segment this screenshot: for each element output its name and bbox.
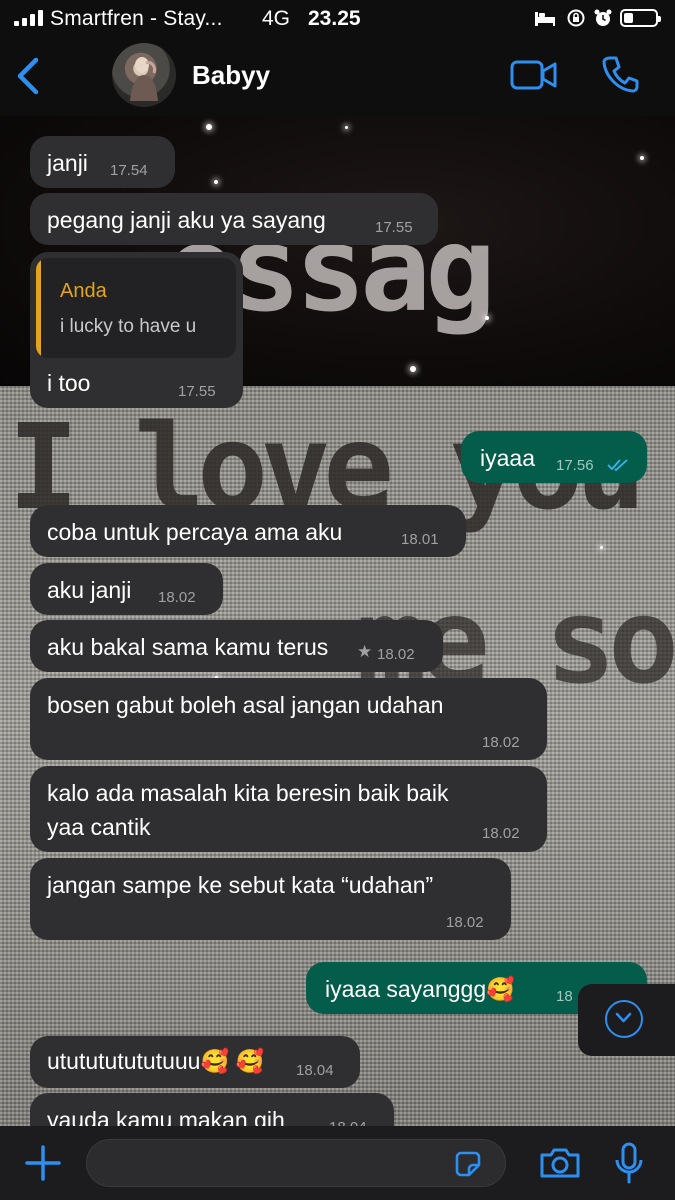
- quoted-message[interactable]: Anda i lucky to have u: [36, 258, 236, 358]
- chat-header: Babyy: [0, 36, 675, 116]
- double-check-icon: [607, 459, 628, 472]
- contact-name[interactable]: Babyy: [192, 60, 270, 91]
- alarm-icon: [594, 9, 612, 26]
- status-time: 23.25: [308, 7, 361, 30]
- message-bubble[interactable]: aku bakal sama kamu terus ★ 18.02: [30, 620, 443, 672]
- message-time: 18.02: [482, 825, 520, 842]
- plus-icon[interactable]: [24, 1144, 62, 1182]
- back-chevron-icon[interactable]: [12, 54, 48, 98]
- message-text-line: yaa cantik: [47, 814, 151, 840]
- scroll-down-icon: [605, 1000, 643, 1038]
- message-time: 18.02: [377, 646, 415, 663]
- message-bubble[interactable]: ututututututuuu🥰 🥰 18.04: [30, 1036, 360, 1088]
- message-time: 18.02: [446, 914, 484, 931]
- message-time: 17.55: [178, 383, 216, 400]
- message-bubble[interactable]: jangan sampe ke sebut kata “udahan” 18.0…: [30, 858, 511, 940]
- composer-bar: [0, 1126, 675, 1200]
- contact-avatar[interactable]: [112, 43, 176, 107]
- quoted-sender: Anda: [60, 280, 107, 302]
- message-time: 17.54: [110, 162, 148, 179]
- message-bubble[interactable]: pegang janji aku ya sayang 17.55: [30, 193, 438, 245]
- sticker-icon[interactable]: [453, 1149, 483, 1179]
- message-bubble[interactable]: janji 17.54: [30, 136, 175, 188]
- message-bubble[interactable]: aku janji 18.02: [30, 563, 223, 615]
- message-text: pegang janji aku ya sayang: [47, 207, 326, 233]
- message-text: ututututututuuu🥰 🥰: [47, 1048, 265, 1074]
- carrier-name: Smartfren - Stay...: [50, 7, 223, 30]
- message-text: i too: [47, 370, 91, 396]
- network-type: 4G: [262, 7, 291, 30]
- message-time: 17.56: [556, 457, 594, 474]
- orientation-lock-icon: [567, 9, 585, 27]
- message-text: iyaaa: [480, 445, 535, 471]
- quoted-text: i lucky to have u: [60, 316, 197, 337]
- message-bubble[interactable]: coba untuk percaya ama aku 18.01: [30, 505, 466, 557]
- battery-icon: [620, 9, 661, 27]
- message-bubble[interactable]: bosen gabut boleh asal jangan udahan 18.…: [30, 678, 547, 760]
- message-text: iyaaa sayanggg🥰: [325, 976, 515, 1002]
- message-time: 17.55: [375, 219, 413, 236]
- message-text: janji: [47, 150, 88, 176]
- message-text-line: kalo ada masalah kita beresin baik baik: [47, 780, 449, 806]
- message-input[interactable]: [86, 1139, 506, 1187]
- message-time: 18.01: [401, 531, 439, 548]
- message-time: 18.02: [158, 589, 196, 606]
- message-text: bosen gabut boleh asal jangan udahan: [47, 692, 444, 718]
- sleep-bed-icon: [535, 12, 555, 26]
- message-text: aku bakal sama kamu terus: [47, 634, 329, 660]
- microphone-icon[interactable]: [614, 1142, 644, 1184]
- video-call-icon[interactable]: [510, 58, 558, 92]
- camera-icon[interactable]: [538, 1146, 582, 1180]
- message-text: aku janji: [47, 577, 132, 603]
- message-time: 18.04: [296, 1062, 334, 1079]
- message-bubble-reply[interactable]: Anda i lucky to have u i too 17.55: [30, 252, 243, 408]
- message-text: coba untuk percaya ama aku: [47, 519, 343, 545]
- message-time: 18: [556, 988, 573, 1005]
- message-bubble-outgoing[interactable]: iyaaa 17.56: [461, 431, 647, 483]
- signal-icon: [14, 10, 44, 26]
- voice-call-icon[interactable]: [600, 54, 640, 94]
- message-time: 18.02: [482, 734, 520, 751]
- message-bubble[interactable]: kalo ada masalah kita beresin baik baik …: [30, 766, 547, 852]
- message-text: jangan sampe ke sebut kata “udahan”: [47, 872, 434, 898]
- scroll-to-bottom-button[interactable]: [578, 984, 675, 1056]
- status-bar: Smartfren - Stay... 4G 23.25: [0, 0, 675, 36]
- star-icon: ★: [357, 642, 373, 661]
